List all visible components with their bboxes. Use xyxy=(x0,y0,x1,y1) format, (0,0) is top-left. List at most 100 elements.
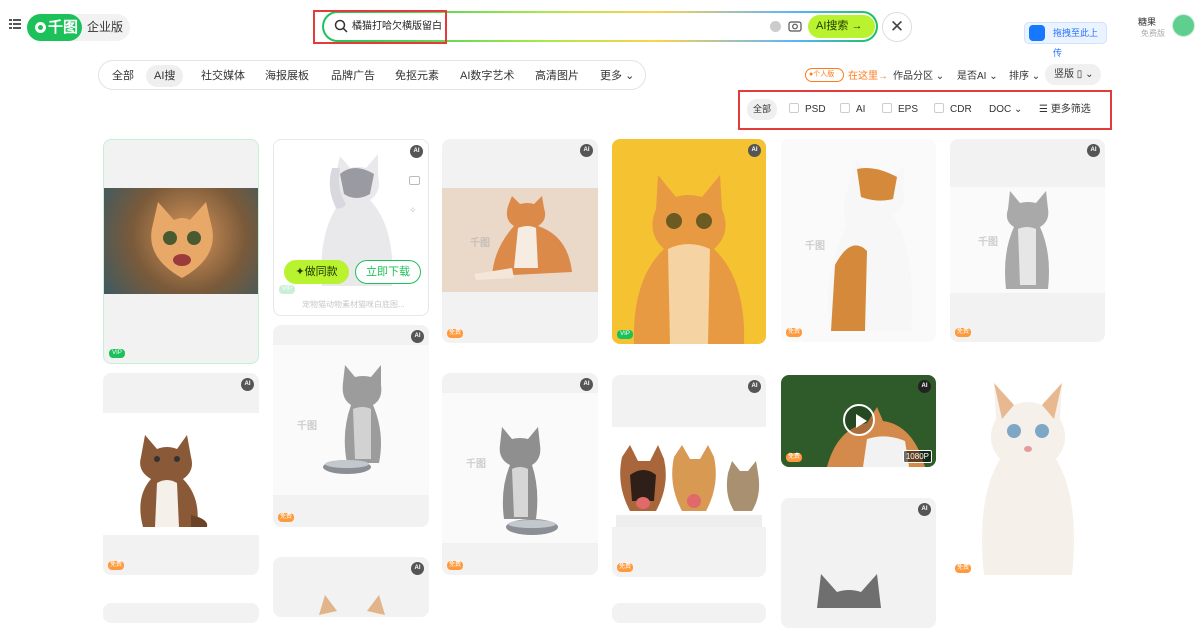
format-ai[interactable]: AI xyxy=(840,103,865,117)
card-title[interactable]: 宠物猫动物素材猫咪白底图... xyxy=(302,299,428,310)
sort-filter[interactable]: 排序 ⌄ xyxy=(1009,67,1040,82)
free-badge: 免费 xyxy=(617,563,633,572)
orientation-label: 竖版 xyxy=(1054,69,1074,80)
make-same-label: 做同款 xyxy=(304,266,338,278)
orientation-filter[interactable]: 竖版 ▯ ⌄ xyxy=(1045,64,1101,85)
menu-icon[interactable] xyxy=(9,19,21,29)
image-card[interactable]: AI xyxy=(273,557,429,617)
logo-mark: 千图 xyxy=(27,14,82,41)
checkbox-icon xyxy=(882,103,892,113)
card-image: 千图 xyxy=(442,393,598,543)
user-plan: 免费版 xyxy=(1141,29,1165,38)
checkbox-icon xyxy=(789,103,799,113)
more-filters-label: 更多筛选 xyxy=(1050,104,1091,115)
format-psd-label: PSD xyxy=(805,104,826,115)
tab-more-label: 更多 xyxy=(600,70,622,82)
image-card[interactable]: AI 千图 免费 xyxy=(950,139,1105,342)
calico-cat-sitting-illustration xyxy=(828,159,913,331)
close-icon: ✕ xyxy=(889,17,905,36)
card-image: 千图 xyxy=(781,139,936,342)
card-image xyxy=(950,373,1105,578)
format-all[interactable]: 全部 xyxy=(747,99,777,120)
make-same-button[interactable]: ✦做同款 xyxy=(284,260,349,284)
site-logo[interactable]: 千图 企业版 xyxy=(27,14,130,41)
search-query-highlight xyxy=(313,10,447,44)
image-card[interactable]: AI 免费 xyxy=(950,373,1105,578)
personal-edition-badge[interactable]: ●个人版 xyxy=(805,68,844,82)
tab-hd-images[interactable]: 高清图片 xyxy=(527,65,587,87)
image-card[interactable]: VIP xyxy=(103,139,259,364)
format-eps-label: EPS xyxy=(898,104,919,115)
tabby-kitten-bowl-illustration xyxy=(499,427,558,535)
download-now-button[interactable]: 立即下载 xyxy=(355,260,421,284)
tab-more[interactable]: 更多 ⌄ xyxy=(592,65,642,87)
zone-filter[interactable]: 作品分区 ⌄ xyxy=(893,67,944,82)
image-card[interactable]: AI 千图 免费 xyxy=(781,139,936,342)
checkbox-icon xyxy=(840,103,850,113)
sparkle-icon: ✦ xyxy=(295,266,305,278)
close-search-button[interactable]: ✕ xyxy=(882,12,912,42)
ai-badge: AI xyxy=(580,378,593,391)
checkbox-icon xyxy=(934,103,944,113)
avatar[interactable] xyxy=(1172,14,1195,37)
tab-ai-art[interactable]: AI数字艺术 xyxy=(452,65,522,87)
card-image: 千图 xyxy=(950,187,1105,293)
card-image: 千图 xyxy=(442,188,598,292)
hovered-image-card[interactable]: AI ✧ ✦做同款 立即下载 VIP 宠物猫动物素材猫咪白底图... xyxy=(273,139,429,316)
card-image xyxy=(103,413,259,535)
tab-ai-search[interactable]: AI搜 xyxy=(146,65,184,87)
free-badge: 免费 xyxy=(278,513,294,522)
tab-cutouts[interactable]: 免抠元素 xyxy=(387,65,447,87)
tab-posters[interactable]: 海报展板 xyxy=(257,65,317,87)
image-card[interactable]: AI 千图 免费 xyxy=(442,139,598,343)
orange-cat-lying-illustration xyxy=(474,196,572,280)
free-badge: 免费 xyxy=(447,329,463,338)
video-card[interactable]: AI 1080P 免费 xyxy=(781,375,936,467)
magic-icon[interactable]: ✧ xyxy=(409,200,420,215)
drag-upload-button[interactable]: 拖拽至此上传 xyxy=(1024,22,1107,58)
ai-search-button[interactable]: AI搜索 → xyxy=(808,15,875,38)
format-doc[interactable]: DOC ⌄ xyxy=(989,103,1022,117)
image-card[interactable] xyxy=(103,603,259,623)
top-header: 千图 企业版 橘猫打哈欠横版留白 AI搜索 → ✕ 拖拽至此上传 糖果 免费版 xyxy=(0,0,1200,58)
image-card[interactable]: AI 千图 免费 xyxy=(273,325,429,527)
image-card[interactable]: AI 免费 xyxy=(103,373,259,575)
ai-badge: AI xyxy=(580,144,593,157)
kitten-illustration xyxy=(151,202,213,278)
image-card[interactable]: AI 千图 免费 xyxy=(442,373,598,575)
user-name[interactable]: 糖果 xyxy=(1138,15,1156,28)
free-badge: 免费 xyxy=(108,561,124,570)
tab-brand-ads[interactable]: 品牌广告 xyxy=(323,65,383,87)
dogs-and-cat-illustration xyxy=(616,445,762,527)
watermark: 千图 xyxy=(297,421,317,432)
personal-edition-link[interactable]: 在这里→ xyxy=(848,67,888,82)
image-card[interactable]: AI 免费 xyxy=(612,375,766,577)
clear-search-icon[interactable] xyxy=(770,21,781,32)
card-image: 千图 xyxy=(273,345,429,495)
ai-badge: AI xyxy=(918,503,931,516)
edition-label: 企业版 xyxy=(87,20,124,34)
upload-cloud-icon xyxy=(1029,25,1045,41)
card-image xyxy=(612,427,766,527)
tab-all[interactable]: 全部 xyxy=(104,65,142,87)
grey-cat-head-illustration xyxy=(817,574,881,608)
image-search-icon[interactable] xyxy=(409,176,420,185)
logo-ring-icon xyxy=(35,22,46,33)
more-filters-button[interactable]: ☰ 更多筛选 xyxy=(1039,103,1091,117)
play-icon[interactable] xyxy=(843,404,875,436)
format-doc-label: DOC xyxy=(989,104,1012,115)
camera-search-icon[interactable] xyxy=(788,19,802,33)
format-cdr[interactable]: CDR xyxy=(934,103,972,117)
ai-filter[interactable]: 是否AI ⌄ xyxy=(957,67,998,82)
ai-badge: AI xyxy=(411,330,424,343)
image-card[interactable]: AI VIP xyxy=(612,139,766,344)
tab-social-media[interactable]: 社交媒体 xyxy=(193,65,253,87)
grey-kitten-sitting-illustration xyxy=(1005,191,1049,289)
vip-badge: VIP xyxy=(617,330,633,339)
format-eps[interactable]: EPS xyxy=(882,103,918,117)
resolution-badge: 1080P xyxy=(902,450,932,463)
format-psd[interactable]: PSD xyxy=(789,103,826,117)
category-tabs: 全部 AI搜 社交媒体 海报展板 品牌广告 免抠元素 AI数字艺术 高清图片 更… xyxy=(98,60,646,90)
image-card[interactable] xyxy=(612,603,766,623)
vip-badge: VIP xyxy=(279,285,295,294)
